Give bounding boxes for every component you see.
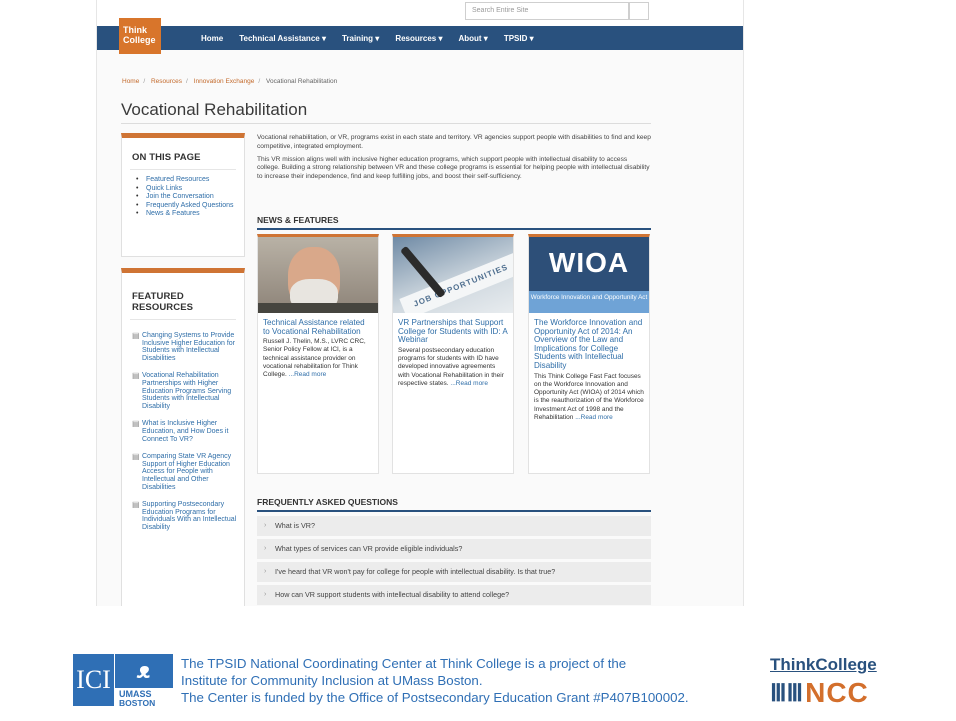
document-icon: ▤ [132, 452, 140, 462]
ici-logo: ICI [73, 654, 114, 706]
on-this-page-heading: ON THIS PAGE [132, 152, 201, 163]
toc-faq[interactable]: Frequently Asked Questions [136, 202, 244, 211]
intro-paragraph-2: This VR mission aligns well with inclusi… [257, 155, 650, 181]
pillars-icon: ⅢⅢ [770, 679, 804, 707]
news-heading: NEWS & FEATURES [257, 215, 339, 225]
featured-resources-heading: FEATURED RESOURCES [132, 291, 194, 313]
faq-question: What types of services can VR provide el… [275, 544, 463, 553]
toc-quick-links[interactable]: Quick Links [136, 185, 244, 194]
faq-item[interactable]: › I've heard that VR won't pay for colleg… [257, 562, 651, 582]
card-title[interactable]: Technical Assistance related to Vocation… [263, 318, 373, 336]
card-body: This Think College Fast Fact focuses on … [534, 373, 644, 423]
think-college-ncc-logo: ThinkCollege ⅢⅢ NCC [770, 655, 900, 709]
breadcrumb: Home / Resources / Innovation Exchange / Vo… [122, 78, 338, 85]
faq-heading: FREQUENTLY ASKED QUESTIONS [257, 497, 398, 507]
nav-technical-assistance[interactable]: Technical Assistance ▾ [231, 34, 334, 43]
breadcrumb-home[interactable]: Home [122, 78, 139, 85]
chevron-right-icon: › [264, 522, 267, 529]
wioa-title: WIOA [548, 247, 630, 278]
chevron-right-icon: › [264, 545, 267, 552]
card-photo: JOB OPPORTUNITIES [393, 237, 513, 313]
toc-join-conversation[interactable]: Join the Conversation [136, 193, 244, 202]
ncc-mark: ⅢⅢ NCC [770, 677, 900, 709]
ncc-text: NCC [805, 677, 869, 708]
news-card[interactable]: Technical Assistance related to Vocation… [257, 234, 379, 474]
footer-credit: The TPSID National Coordinating Center a… [181, 655, 761, 706]
card-photo: WIOA Workforce Innovation and Opportunit… [529, 237, 649, 313]
toc-news-features[interactable]: News & Features [136, 210, 244, 219]
read-more-link[interactable]: ...Read more [575, 414, 613, 421]
think-college-logo[interactable]: Think College [119, 18, 161, 54]
resource-item[interactable]: ▤ What is Inclusive Higher Education, an… [132, 420, 238, 443]
search-input[interactable]: Search Entire Site [465, 2, 629, 20]
resource-link[interactable]: Supporting Postsecondary Education Progr… [142, 501, 238, 531]
faq-question: I've heard that VR won't pay for college… [275, 567, 556, 576]
title-divider [121, 123, 651, 124]
footer-line-2: Institute for Community Inclusion at UMa… [181, 673, 483, 688]
news-card[interactable]: WIOA Workforce Innovation and Opportunit… [528, 234, 650, 474]
breadcrumb-resources[interactable]: Resources [151, 78, 182, 85]
main-nav: Home Technical Assistance ▾ Training ▾ R… [193, 26, 542, 50]
card-title[interactable]: The Workforce Innovation and Opportunity… [534, 318, 644, 371]
footer-line-1: The TPSID National Coordinating Center a… [181, 656, 627, 671]
nav-about[interactable]: About ▾ [450, 34, 495, 43]
umass-mark-icon: ᴥ [115, 654, 173, 688]
logo-line-2: College [123, 35, 156, 45]
document-icon: ▤ [132, 331, 140, 340]
resource-link[interactable]: Vocational Rehabilitation Partnerships w… [142, 372, 238, 410]
boston-text: BOSTON [119, 698, 156, 708]
resource-item[interactable]: ▤ Supporting Postsecondary Education Pro… [132, 501, 238, 531]
document-icon: ▤ [132, 500, 140, 510]
divider [130, 319, 236, 320]
card-photo [258, 237, 378, 313]
faq-item[interactable]: › How can VR support students with intell… [257, 585, 651, 605]
on-this-page-list: Featured Resources Quick Links Join the … [136, 176, 244, 219]
featured-resources-box: FEATURED RESOURCES ▤ Changing Systems to… [121, 268, 245, 606]
news-card[interactable]: JOB OPPORTUNITIES VR Partnerships that S… [392, 234, 514, 474]
resource-item[interactable]: ▤ Changing Systems to Provide Inclusive … [132, 331, 238, 362]
breadcrumb-innovation-exchange[interactable]: Innovation Exchange [194, 78, 255, 85]
wioa-subtitle: Workforce Innovation and Opportunity Act [529, 291, 649, 313]
nav-home[interactable]: Home [193, 34, 231, 43]
divider [130, 169, 236, 170]
footer-line-3: The Center is funded by the Office of Po… [181, 690, 689, 705]
intro-paragraph-1: Vocational rehabilitation, or VR, progra… [257, 134, 651, 150]
resource-link[interactable]: What is Inclusive Higher Education, and … [142, 420, 238, 443]
nav-tpsid[interactable]: TPSID ▾ [496, 34, 542, 43]
nav-training[interactable]: Training ▾ [334, 34, 387, 43]
intro-text: Vocational rehabilitation, or VR, progra… [257, 134, 651, 186]
document-icon: ▤ [132, 371, 140, 381]
think-college-wordmark: ThinkCollege [770, 655, 877, 674]
resource-item[interactable]: ▤ Comparing State VR Agency Support of H… [132, 453, 238, 491]
card-title[interactable]: VR Partnerships that Support College for… [398, 318, 508, 345]
chevron-right-icon: › [264, 568, 267, 575]
search-button[interactable] [629, 2, 649, 20]
faq-heading-rule [257, 510, 651, 512]
resource-item[interactable]: ▤ Vocational Rehabilitation Partnerships… [132, 372, 238, 410]
news-heading-rule [257, 228, 651, 230]
faq-item[interactable]: › What types of services can VR provide e… [257, 539, 651, 559]
faq-question: How can VR support students with intelle… [275, 590, 510, 599]
document-icon: ▤ [132, 419, 140, 429]
card-body: Russell J. Thelin, M.S., LVRC CRC, Senio… [263, 338, 373, 379]
read-more-link[interactable]: ...Read more [289, 371, 327, 378]
faq-item[interactable]: › What is VR? [257, 516, 651, 536]
faq-question: What is VR? [275, 521, 315, 530]
browser-screenshot: Search Entire Site Think College Home Te… [96, 0, 744, 606]
nav-resources[interactable]: Resources ▾ [387, 34, 450, 43]
person-shirt [258, 303, 378, 313]
on-this-page-box: ON THIS PAGE Featured Resources Quick Li… [121, 133, 245, 257]
logo-line-1: Think [123, 25, 147, 35]
read-more-link[interactable]: ...Read more [450, 380, 488, 387]
resource-link[interactable]: Comparing State VR Agency Support of Hig… [142, 453, 238, 491]
umass-boston-logo: ᴥ UMASS BOSTON [115, 654, 177, 708]
page-title: Vocational Rehabilitation [121, 100, 308, 119]
toc-featured-resources[interactable]: Featured Resources [136, 176, 244, 185]
resource-link[interactable]: Changing Systems to Provide Inclusive Hi… [142, 332, 238, 362]
breadcrumb-current: Vocational Rehabilitation [266, 78, 338, 85]
chevron-right-icon: › [264, 591, 267, 598]
card-body: Several postsecondary education programs… [398, 347, 508, 388]
